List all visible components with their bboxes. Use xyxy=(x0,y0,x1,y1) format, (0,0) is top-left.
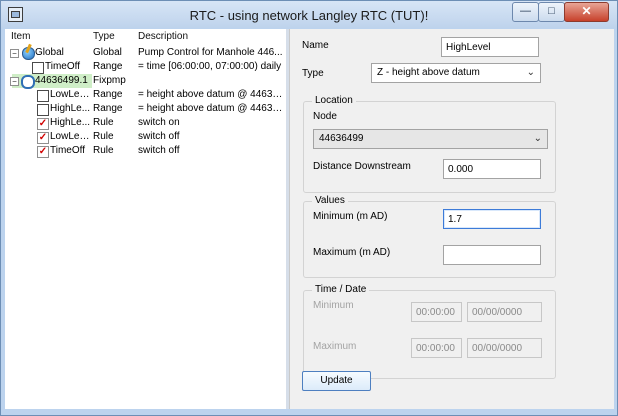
rtc-tree-pane[interactable]: Item Type Description − Global Global Pu… xyxy=(5,29,286,409)
tree-row-highlevel-rule[interactable]: ✓ HighLe... Rule switch on xyxy=(5,116,286,130)
box-icon xyxy=(32,62,44,74)
maximum-time-input[interactable]: 00:00:00 xyxy=(411,338,462,358)
tree-description-label: = height above datum @ 44636... xyxy=(138,103,283,114)
distance-downstream-label: Distance Downstream xyxy=(313,161,411,172)
collapse-icon[interactable]: − xyxy=(10,49,19,58)
minimum-input[interactable]: 1.7 xyxy=(443,209,541,229)
tree-item-label: TimeOff xyxy=(45,61,81,72)
time-date-group: Time / Date Minimum 00:00:00 00/00/0000 … xyxy=(303,284,556,379)
tree-type-label: Range xyxy=(93,61,123,72)
tree-item-label: LowLevel xyxy=(50,131,91,142)
tree-description-label: Pump Control for Manhole 446... xyxy=(138,47,283,58)
minimum-date-input[interactable]: 00/00/0000 xyxy=(467,302,542,322)
distance-downstream-input[interactable]: 0.000 xyxy=(443,159,541,179)
tree-type-label: Range xyxy=(93,103,123,114)
tree-item-label: HighLe... xyxy=(50,117,91,128)
node-select-value: 44636499 xyxy=(319,133,364,144)
tree-description-label: switch off xyxy=(138,145,180,156)
values-group: Values Minimum (m AD) 1.7 Maximum (m AD) xyxy=(303,195,556,278)
chevron-down-icon: ⌄ xyxy=(533,133,542,144)
pump-icon xyxy=(21,75,35,89)
tree-type-label: Rule xyxy=(93,145,114,156)
tree-row-timeoff-rule[interactable]: ✓ TimeOff Rule switch off xyxy=(5,144,286,158)
update-button[interactable]: Update xyxy=(302,371,371,391)
tree-row-highlevel-range[interactable]: HighLe... Range = height above datum @ 4… xyxy=(5,102,286,116)
column-header-type[interactable]: Type xyxy=(93,31,115,45)
tree-item-label: 44636499.1 xyxy=(35,75,88,86)
collapse-icon[interactable]: − xyxy=(10,77,19,86)
properties-pane: Name HighLevel Type Z - height above dat… xyxy=(289,29,614,409)
box-icon xyxy=(37,104,49,116)
minimum-label: Minimum (m AD) xyxy=(313,211,388,222)
type-select[interactable]: Z - height above datum ⌄ xyxy=(371,63,541,83)
tree-row-lowlevel-rule[interactable]: ✓ LowLevel Rule switch off xyxy=(5,130,286,144)
name-label: Name xyxy=(302,40,329,51)
time-minimum-label: Minimum xyxy=(313,300,354,311)
bottom-border xyxy=(1,409,617,415)
tree-row-global[interactable]: − Global Global Pump Control for Manhole… xyxy=(5,46,286,60)
close-button[interactable]: ✕ xyxy=(564,2,609,22)
chevron-down-icon: ⌄ xyxy=(526,67,535,78)
location-title: Location xyxy=(312,95,356,106)
tree-type-label: Fixpmp xyxy=(93,75,126,86)
name-input[interactable]: HighLevel xyxy=(441,37,539,57)
minimize-icon: — xyxy=(520,5,531,17)
type-label: Type xyxy=(302,68,324,79)
globe-icon xyxy=(22,47,35,60)
maximize-button[interactable]: □ xyxy=(538,2,565,22)
box-icon xyxy=(37,90,49,102)
type-select-value: Z - height above datum xyxy=(377,67,480,78)
tree-item-label: HighLe... xyxy=(50,103,91,114)
time-maximum-label: Maximum xyxy=(313,341,357,352)
title-bar[interactable]: RTC - using network Langley RTC (TUT)! —… xyxy=(1,1,617,28)
maximum-label: Maximum (m AD) xyxy=(313,247,391,258)
checkbox-icon[interactable]: ✓ xyxy=(37,118,49,130)
tree-row-fixpmp[interactable]: − 44636499.1 Fixpmp xyxy=(5,74,286,89)
tree-type-label: Rule xyxy=(93,117,114,128)
tree-description-label: switch on xyxy=(138,117,180,128)
rtc-window: RTC - using network Langley RTC (TUT)! —… xyxy=(0,0,618,416)
column-header-item[interactable]: Item xyxy=(11,31,30,45)
tree-description-label: switch off xyxy=(138,131,180,142)
minimum-time-input[interactable]: 00:00:00 xyxy=(411,302,462,322)
maximum-input[interactable] xyxy=(443,245,541,265)
tree-item-label: LowLevel xyxy=(50,89,91,100)
maximize-icon: □ xyxy=(548,5,555,17)
maximum-date-input[interactable]: 00/00/0000 xyxy=(467,338,542,358)
tree-type-label: Range xyxy=(93,89,123,100)
tree-description-label: = time [06:00:00, 07:00:00) daily xyxy=(138,61,282,72)
tree-type-label: Rule xyxy=(93,131,114,142)
client-area: Item Type Description − Global Global Pu… xyxy=(5,29,614,409)
tree-item-label: Global xyxy=(35,47,64,58)
time-date-title: Time / Date xyxy=(312,284,370,295)
column-header-description[interactable]: Description xyxy=(138,31,188,45)
tree-description-label: = height above datum @ 44636... xyxy=(138,89,283,100)
tree-type-label: Global xyxy=(93,47,122,58)
values-title: Values xyxy=(312,195,348,206)
node-select[interactable]: 44636499 ⌄ xyxy=(313,129,548,149)
minimize-button[interactable]: — xyxy=(512,2,539,22)
tree-item-label: TimeOff xyxy=(50,145,86,156)
tree-row-timeoff-range[interactable]: TimeOff Range = time [06:00:00, 07:00:00… xyxy=(5,60,286,74)
checkbox-icon[interactable]: ✓ xyxy=(37,146,49,158)
close-icon: ✕ xyxy=(581,4,592,18)
tree-row-lowlevel-range[interactable]: LowLevel Range = height above datum @ 44… xyxy=(5,88,286,102)
node-label: Node xyxy=(313,111,337,122)
checkbox-icon[interactable]: ✓ xyxy=(37,132,49,144)
location-group: Location Node 44636499 ⌄ Distance Downst… xyxy=(303,95,556,193)
